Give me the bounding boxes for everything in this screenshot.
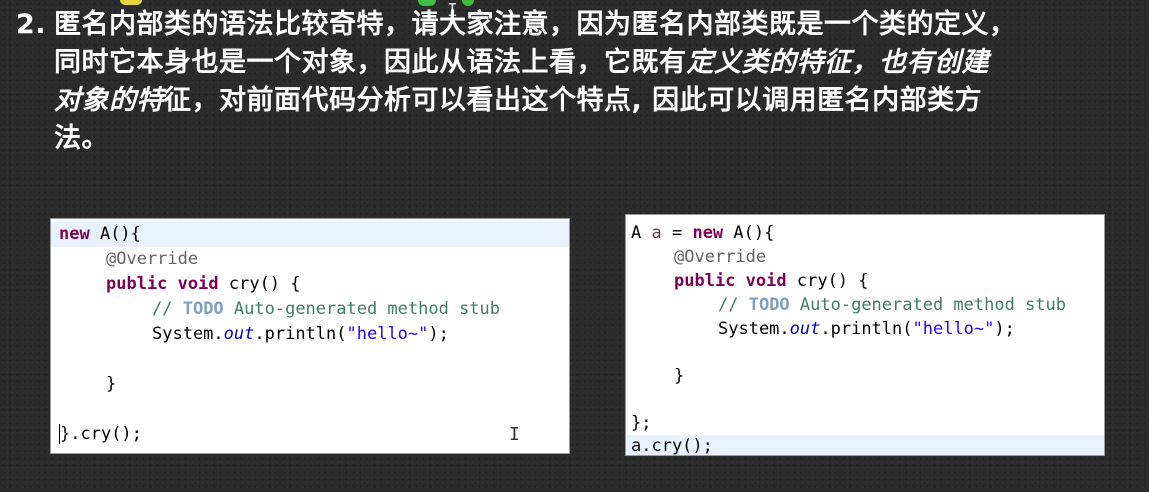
string-literal: "hello~" bbox=[912, 319, 995, 339]
todo-tag: TODO bbox=[748, 295, 790, 315]
code-line: } bbox=[626, 364, 1104, 388]
code-line: // TODO Auto-generated method stub bbox=[51, 297, 569, 322]
keyword-new: new bbox=[692, 223, 724, 243]
code-text: = bbox=[661, 223, 693, 243]
comment: // bbox=[152, 299, 183, 319]
slide-line-1: 2. 匿名内部类的语法比较奇特，请大家注意，因为匿名内部类既是一个类的定义， bbox=[16, 6, 1146, 44]
code-text: .println( bbox=[254, 324, 347, 344]
code-line: A a = new A(){ bbox=[626, 221, 1104, 246]
code-text: A(){ bbox=[723, 223, 775, 243]
code-text: cry() { bbox=[218, 274, 301, 294]
slide-paragraph: 2. 匿名内部类的语法比较奇特，请大家注意，因为匿名内部类既是一个类的定义， 同时… bbox=[16, 6, 1146, 158]
code-text: .println( bbox=[820, 319, 913, 339]
code-line: }; bbox=[626, 411, 1104, 435]
comment: // bbox=[718, 295, 749, 315]
keyword-void: void bbox=[745, 271, 787, 291]
comment: Auto-generated method stub bbox=[789, 295, 1067, 315]
slide-text-line4: 法。 bbox=[54, 123, 109, 154]
code-line: new A(){ bbox=[51, 222, 569, 247]
code-line: }.cry(); I bbox=[51, 422, 569, 447]
code-line: @Override bbox=[626, 246, 1104, 269]
code-line: @Override bbox=[51, 247, 569, 272]
code-line: public void cry() { bbox=[51, 272, 569, 297]
comment: Auto-generated method stub bbox=[223, 299, 501, 319]
code-line: public void cry() { bbox=[626, 269, 1104, 293]
code-text: a.cry(); bbox=[631, 436, 713, 456]
slide-line-4: 法。 bbox=[16, 120, 1146, 158]
slide-text-line2: 同时它本身也是一个对象，因此从语法上看，它既有 bbox=[54, 47, 687, 78]
code-text: } bbox=[674, 366, 685, 386]
slide-text-line3: 征，对前面代码分析可以看出这个特点, 因此可以调用匿名内部类方 bbox=[164, 85, 983, 116]
code-text: } bbox=[106, 374, 117, 394]
left-code-editor[interactable]: new A(){ @Override public void cry() { /… bbox=[50, 218, 570, 454]
field-out: out bbox=[789, 319, 821, 339]
right-code-editor[interactable]: A a = new A(){ @Override public void cry… bbox=[625, 214, 1105, 456]
slide-line-2: 同时它本身也是一个对象，因此从语法上看，它既有定义类的特征，也有创建 bbox=[16, 44, 1146, 82]
slide-line-3: 对象的特征，对前面代码分析可以看出这个特点, 因此可以调用匿名内部类方 bbox=[16, 82, 1146, 120]
slide-text-line3-italic: 对象的特 bbox=[54, 85, 164, 116]
keyword-void: void bbox=[177, 274, 219, 294]
keyword-public: public bbox=[674, 271, 736, 291]
annotation: @Override bbox=[106, 249, 199, 269]
slide-text-line2-italic: 定义类的特征，也有创建 bbox=[686, 47, 989, 78]
todo-tag: TODO bbox=[182, 299, 224, 319]
code-text: ); bbox=[994, 319, 1015, 339]
keyword-public: public bbox=[106, 274, 168, 294]
annotation: @Override bbox=[674, 247, 767, 267]
text-cursor-icon: I bbox=[509, 424, 520, 445]
string-literal: "hello~" bbox=[346, 324, 429, 344]
code-line: System.out.println("hello~"); bbox=[51, 322, 569, 347]
field-out: out bbox=[223, 324, 255, 344]
code-text: System. bbox=[718, 319, 790, 339]
decor-yellow-mark bbox=[120, 0, 142, 5]
code-line: System.out.println("hello~"); bbox=[626, 317, 1104, 341]
code-text: A bbox=[631, 223, 652, 243]
variable-a: a bbox=[651, 223, 662, 243]
code-text: A(){ bbox=[89, 224, 141, 244]
code-text: } bbox=[59, 424, 71, 444]
item-number: 2. bbox=[16, 9, 47, 40]
code-text: }; bbox=[631, 413, 652, 433]
code-line: a.cry(); bbox=[626, 435, 1104, 456]
keyword-new: new bbox=[59, 224, 90, 244]
code-text: cry() { bbox=[786, 271, 869, 291]
code-text: .cry(); bbox=[70, 424, 142, 444]
slide-text-line1: 匿名内部类的语法比较奇特，请大家注意，因为匿名内部类既是一个类的定义， bbox=[54, 9, 1017, 40]
code-line: } bbox=[51, 372, 569, 397]
code-text: ); bbox=[428, 324, 449, 344]
code-line: // TODO Auto-generated method stub bbox=[626, 293, 1104, 317]
code-text: System. bbox=[152, 324, 224, 344]
